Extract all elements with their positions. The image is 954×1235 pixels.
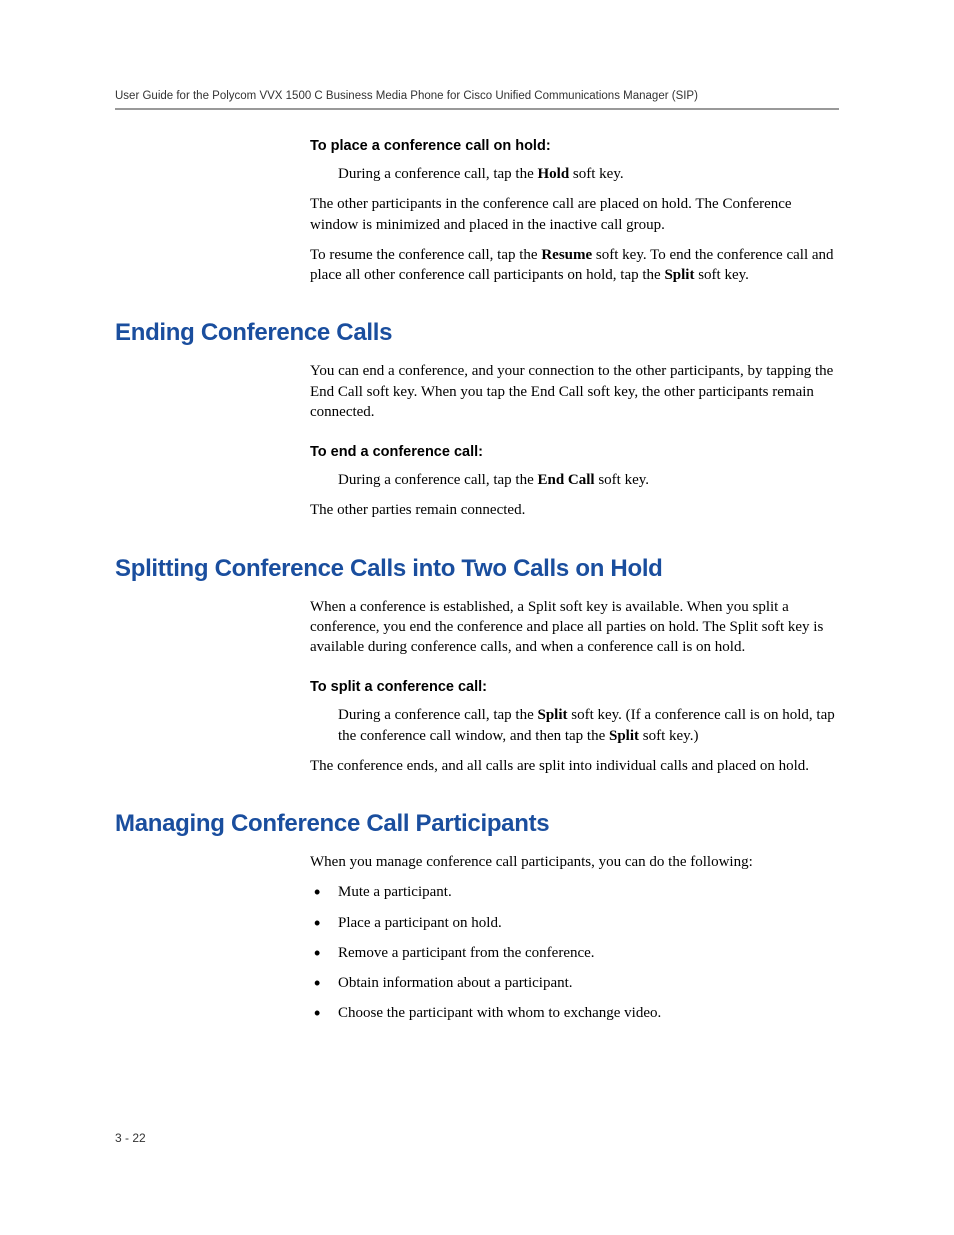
text: soft key.	[595, 472, 649, 488]
bold-split-1: Split	[537, 707, 567, 723]
text: During a conference call, tap the	[338, 707, 537, 723]
list-item: Choose the participant with whom to exch…	[310, 1003, 839, 1023]
para-ending-intro: You can end a conference, and your conne…	[310, 361, 839, 422]
section-splitting: When a conference is established, a Spli…	[310, 597, 839, 777]
bold-split-2: Split	[609, 728, 639, 744]
subheading-end-call: To end a conference call:	[310, 444, 839, 460]
step-end-call: During a conference call, tap the End Ca…	[338, 470, 839, 490]
running-header: User Guide for the Polycom VVX 1500 C Bu…	[115, 90, 839, 102]
bold-end-call: End Call	[537, 472, 594, 488]
text: During a conference call, tap the	[338, 472, 537, 488]
section-place-hold: To place a conference call on hold: Duri…	[310, 138, 839, 285]
list-item: Mute a participant.	[310, 882, 839, 902]
text: soft key.)	[639, 728, 698, 744]
list-item: Obtain information about a participant.	[310, 973, 839, 993]
para-split-after: The conference ends, and all calls are s…	[310, 756, 839, 776]
para-end-after: The other parties remain connected.	[310, 500, 839, 520]
heading-splitting: Splitting Conference Calls into Two Call…	[115, 555, 839, 583]
list-item: Remove a participant from the conference…	[310, 943, 839, 963]
section-ending: You can end a conference, and your conne…	[310, 361, 839, 520]
para-hold-result: The other participants in the conference…	[310, 194, 839, 235]
list-item: Place a participant on hold.	[310, 913, 839, 933]
section-managing: When you manage conference call particip…	[310, 852, 839, 1024]
step-place-hold: During a conference call, tap the Hold s…	[338, 164, 839, 184]
text: soft key.	[569, 166, 623, 182]
list-managing: Mute a participant. Place a participant …	[310, 882, 839, 1023]
subheading-place-hold: To place a conference call on hold:	[310, 138, 839, 154]
header-rule	[115, 108, 839, 110]
subheading-split-call: To split a conference call:	[310, 679, 839, 695]
bold-hold: Hold	[537, 166, 569, 182]
text: soft key.	[694, 267, 748, 283]
bold-split: Split	[664, 267, 694, 283]
page-number: 3 - 22	[115, 1131, 146, 1145]
document-page: User Guide for the Polycom VVX 1500 C Bu…	[0, 0, 954, 1235]
text: During a conference call, tap the	[338, 166, 537, 182]
para-managing-intro: When you manage conference call particip…	[310, 852, 839, 872]
para-splitting-intro: When a conference is established, a Spli…	[310, 597, 839, 658]
step-split-call: During a conference call, tap the Split …	[338, 705, 839, 746]
heading-managing: Managing Conference Call Participants	[115, 810, 839, 838]
heading-ending: Ending Conference Calls	[115, 319, 839, 347]
para-hold-resume: To resume the conference call, tap the R…	[310, 245, 839, 286]
text: To resume the conference call, tap the	[310, 247, 541, 263]
bold-resume: Resume	[541, 247, 592, 263]
